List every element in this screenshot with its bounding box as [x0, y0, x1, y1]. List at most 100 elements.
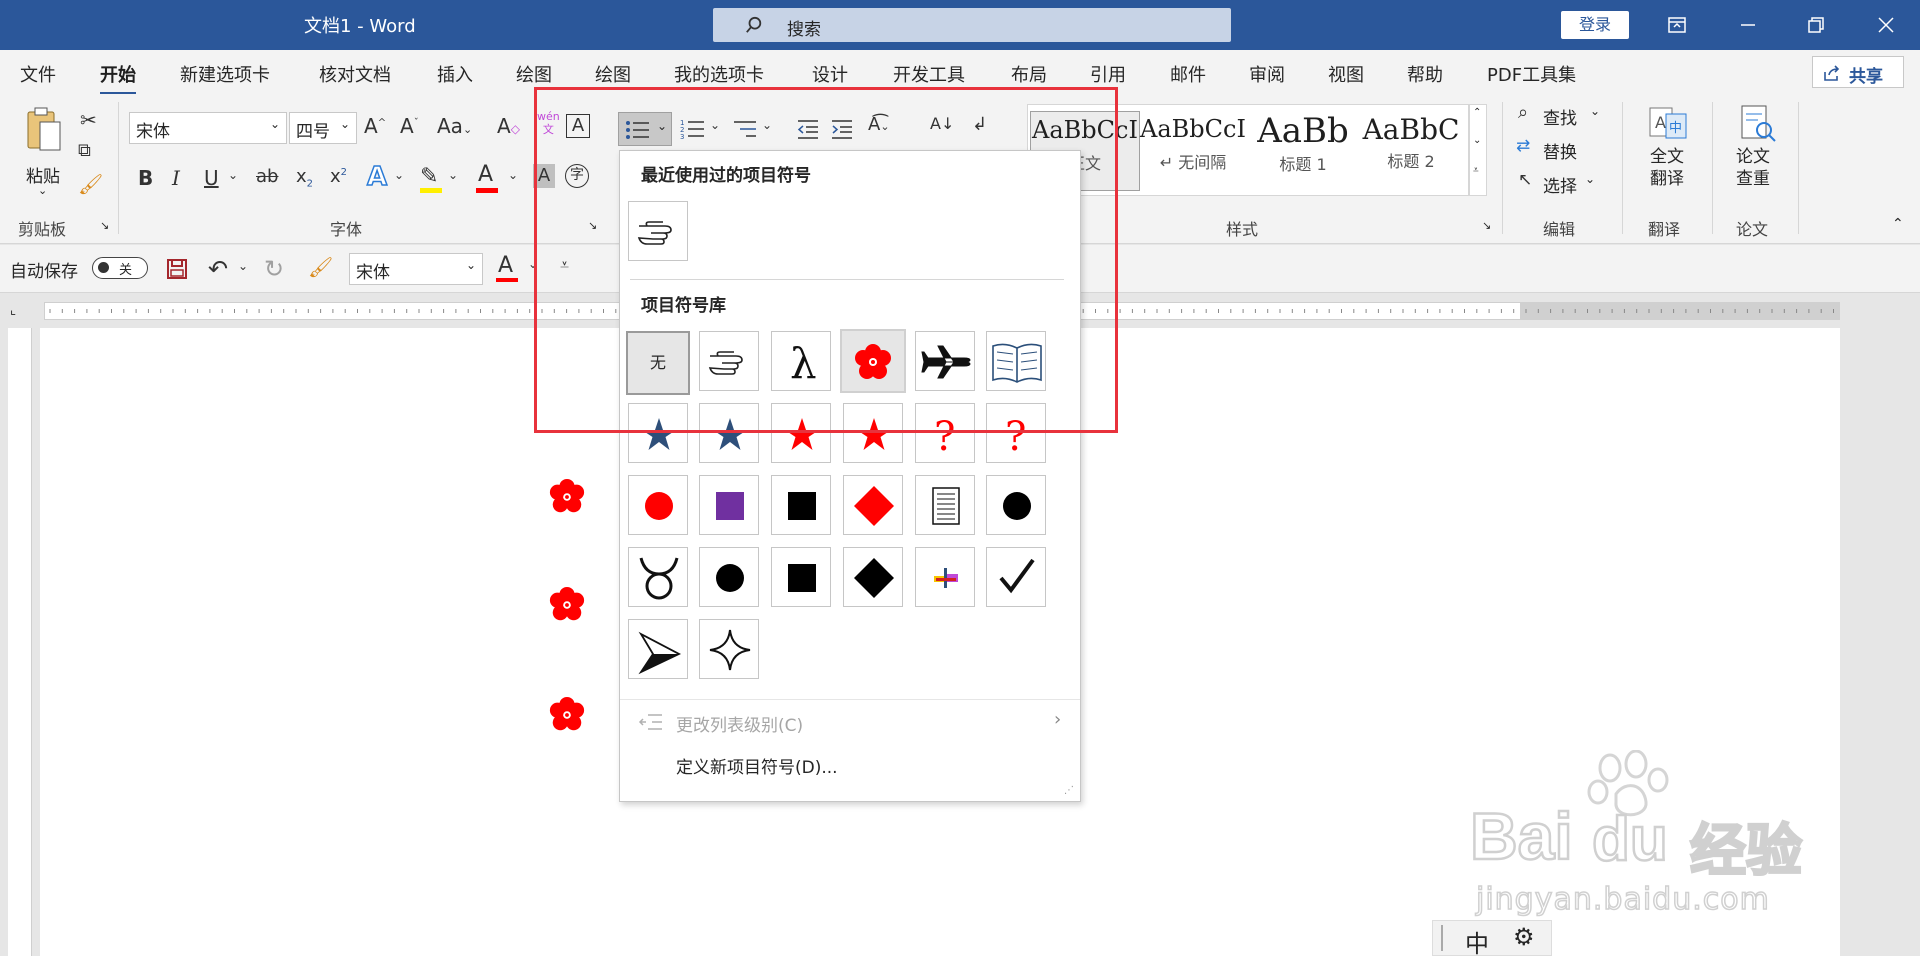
format-painter-icon[interactable]: 🖌	[308, 255, 333, 279]
strikethrough-icon[interactable]: ab	[256, 166, 278, 187]
close-button[interactable]	[1856, 0, 1916, 50]
customize-toolbar-icon[interactable]: ⩡	[560, 255, 569, 275]
bullet-star-blue-1[interactable]	[628, 403, 688, 463]
font-color-icon[interactable]: A	[498, 253, 513, 278]
tab-mailings[interactable]: 邮件	[1170, 61, 1206, 87]
bullet-star-blue-2[interactable]	[699, 403, 759, 463]
chevron-up-icon[interactable]: ⌃	[1473, 107, 1481, 118]
character-shading-icon[interactable]: A	[533, 164, 555, 188]
font-name-combo[interactable]: 宋体 ⌄	[129, 112, 287, 144]
chevron-down-icon[interactable]: ⌄	[762, 118, 772, 132]
clipboard-launcher-icon[interactable]: ↘	[100, 219, 109, 232]
character-border-icon[interactable]: A	[566, 114, 590, 138]
bullet-arrowhead[interactable]	[628, 619, 688, 679]
redo-icon[interactable]: ↻	[264, 255, 284, 283]
search-box[interactable]: 搜索	[713, 8, 1231, 42]
bold-icon[interactable]: B	[138, 166, 153, 190]
chevron-down-icon[interactable]: ⌄	[528, 257, 538, 271]
underline-icon[interactable]: U	[204, 166, 219, 190]
bullet-black-square[interactable]	[771, 475, 831, 535]
paper-check-button[interactable]: 论文 查重	[1728, 104, 1788, 204]
tab-view[interactable]: 视图	[1328, 61, 1364, 87]
ribbon-display-options-button[interactable]	[1647, 0, 1707, 50]
increase-indent-icon[interactable]	[830, 118, 854, 140]
chevron-down-icon[interactable]: ⌄	[238, 259, 248, 273]
tab-pdf-tools[interactable]: PDF工具集	[1487, 61, 1576, 87]
tab-design[interactable]: 设计	[812, 61, 848, 87]
bullet-hand[interactable]	[699, 331, 759, 391]
font-color-icon[interactable]: A	[478, 162, 493, 187]
decrease-indent-icon[interactable]	[796, 118, 820, 140]
superscript-icon[interactable]: x2	[330, 166, 347, 187]
tab-review[interactable]: 审阅	[1249, 61, 1285, 87]
resize-grip-icon[interactable]: ⋰	[1064, 785, 1074, 796]
bullet-flower[interactable]	[840, 329, 906, 393]
bullets-button[interactable]: ⌄	[618, 112, 672, 146]
replace-icon[interactable]: ⇄	[1516, 136, 1530, 156]
multilevel-list-icon[interactable]	[732, 118, 758, 140]
collapse-ribbon-icon[interactable]: ⌃	[1892, 216, 1904, 232]
bullet-red-circle[interactable]	[628, 475, 688, 535]
italic-icon[interactable]: I	[172, 166, 180, 190]
style-heading-1[interactable]: AaBb 标题 1	[1248, 111, 1358, 191]
chevron-down-icon[interactable]: ⌄	[710, 118, 720, 132]
chevron-down-icon[interactable]: ⌄	[1473, 135, 1481, 146]
tab-draw-1[interactable]: 绘图	[516, 61, 552, 87]
styles-launcher-icon[interactable]: ↘	[1482, 219, 1491, 232]
tab-file[interactable]: 文件	[20, 61, 56, 87]
bullet-four-point-star[interactable]	[699, 619, 759, 679]
tab-developer[interactable]: 开发工具	[893, 61, 965, 87]
login-button[interactable]: 登录	[1561, 11, 1629, 39]
clear-formatting-icon[interactable]: A◇	[497, 114, 520, 138]
shrink-font-icon[interactable]: Aˇ	[400, 114, 419, 138]
bullet-book[interactable]	[986, 331, 1046, 391]
tab-help[interactable]: 帮助	[1407, 61, 1443, 87]
numbering-icon[interactable]: 123	[680, 118, 706, 140]
full-text-translate-button[interactable]: A中 全文 翻译	[1638, 104, 1698, 204]
bullet-document[interactable]	[915, 475, 975, 535]
bullet-question-2[interactable]: ?	[986, 403, 1046, 463]
tab-new-tab[interactable]: 新建选项卡	[180, 61, 270, 87]
bullet-checkmark[interactable]	[986, 547, 1046, 607]
bullet-question-1[interactable]: ?	[915, 403, 975, 463]
find-icon[interactable]: ⌕	[1518, 102, 1528, 123]
bullet-taurus[interactable]	[628, 547, 688, 607]
bullet-none[interactable]: 无	[626, 331, 690, 395]
qat-font-combo[interactable]: 宋体 ⌄	[349, 253, 483, 285]
text-direction-icon[interactable]: A͡⌄	[868, 114, 890, 135]
more-styles-icon[interactable]: ⩡	[1473, 165, 1479, 176]
undo-icon[interactable]: ↶	[208, 255, 228, 283]
chevron-down-icon[interactable]: ⌄	[228, 168, 238, 182]
style-heading-2[interactable]: AaBbC 标题 2	[1356, 111, 1466, 191]
phonetic-guide-icon[interactable]: wén 文	[537, 110, 560, 136]
save-icon[interactable]	[166, 258, 188, 280]
define-new-bullet-item[interactable]: 定义新项目符号(D)...	[676, 753, 838, 778]
bullet-colorful-cross[interactable]	[915, 547, 975, 607]
minimize-button[interactable]	[1718, 0, 1778, 50]
ime-grip[interactable]	[1441, 925, 1443, 951]
tab-proofread[interactable]: 核对文档	[319, 61, 391, 87]
bullet-star-red-2[interactable]	[843, 403, 903, 463]
bullet-black-circle[interactable]	[986, 475, 1046, 535]
paragraph-mark-icon[interactable]: ↲	[972, 114, 987, 135]
share-button[interactable]: 共享	[1812, 56, 1904, 88]
bullet-red-diamond[interactable]	[843, 475, 903, 535]
grow-font-icon[interactable]: A^	[364, 114, 386, 138]
tab-layout[interactable]: 布局	[1011, 61, 1047, 87]
chevron-down-icon[interactable]: ⌄	[394, 168, 404, 182]
tab-my-tab[interactable]: 我的选项卡	[674, 61, 764, 87]
autosave-toggle[interactable]: 关	[92, 257, 148, 279]
replace-label[interactable]: 替换	[1543, 138, 1577, 163]
chevron-down-icon[interactable]: ⌄	[1585, 172, 1595, 186]
tab-selector-icon[interactable]: ⌞	[10, 303, 16, 318]
find-label[interactable]: 查找	[1543, 104, 1577, 129]
select-cursor-icon[interactable]: ↖	[1518, 170, 1532, 190]
chevron-down-icon[interactable]: ⌄	[448, 168, 458, 182]
recent-bullet-hand[interactable]	[628, 201, 688, 261]
bullet-square[interactable]	[771, 547, 831, 607]
style-no-spacing[interactable]: AaBbCcI ↵ 无间隔	[1138, 111, 1248, 191]
bullet-diamond[interactable]	[843, 547, 903, 607]
copy-icon[interactable]: ⧉	[78, 140, 91, 161]
bullet-purple-square[interactable]	[699, 475, 759, 535]
format-painter-icon[interactable]: 🖌	[78, 172, 103, 196]
